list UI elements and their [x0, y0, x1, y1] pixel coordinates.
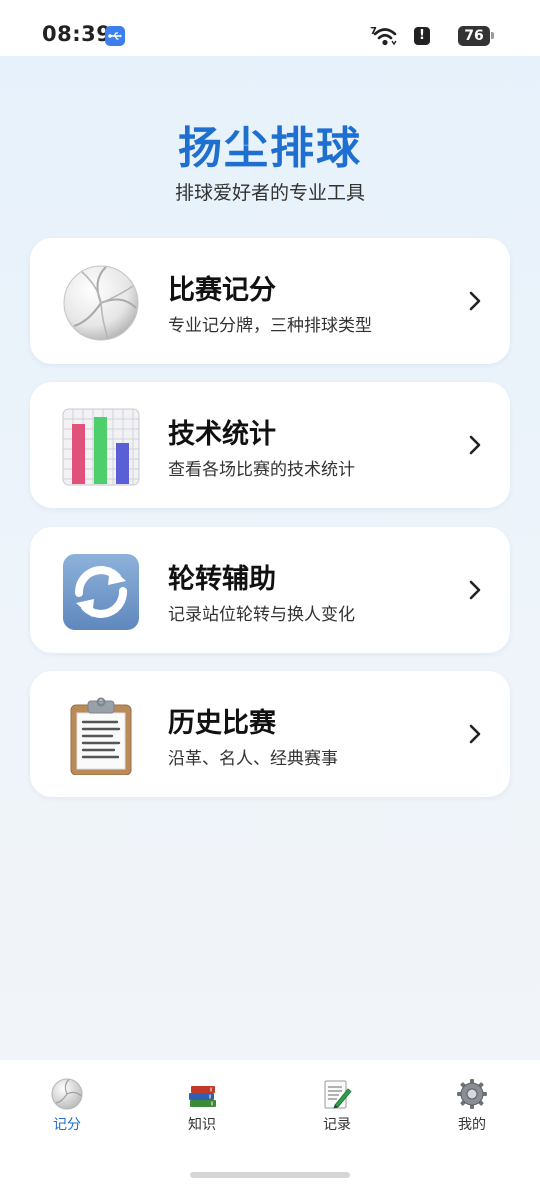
nav-item-scoring[interactable]: 记分 [17, 1078, 117, 1142]
status-bar: 08:39 7 ! 76 [0, 0, 540, 56]
card-description: 查看各场比赛的技术统计 [168, 460, 355, 480]
card-rotation-assist[interactable]: 轮转辅助 记录站位轮转与换人变化 [30, 527, 510, 653]
chevron-right-icon [468, 723, 482, 749]
app-title: 扬尘排球 [178, 123, 362, 174]
app-subtitle: 排球爱好者的专业工具 [174, 182, 365, 204]
card-title: 比赛记分 [168, 275, 276, 306]
volleyball-icon [51, 1078, 83, 1110]
chevron-right-icon [468, 579, 482, 605]
usb-icon [105, 26, 125, 46]
nav-item-profile[interactable]: 我的 [422, 1078, 522, 1142]
card-description: 沿革、名人、经典赛事 [168, 749, 338, 769]
card-match-scoring[interactable]: 比赛记分 专业记分牌，三种排球类型 [30, 238, 510, 364]
nav-label: 记分 [53, 1117, 81, 1133]
nav-label: 知识 [188, 1117, 216, 1133]
nav-label: 我的 [458, 1117, 486, 1133]
rotate-arrows-icon [62, 553, 140, 631]
status-time: 08:39 [42, 22, 112, 46]
memo-pencil-icon [321, 1078, 353, 1110]
card-title: 轮转辅助 [168, 564, 276, 595]
home-indicator[interactable] [190, 1172, 350, 1178]
battery-tip [491, 32, 494, 39]
books-icon [186, 1078, 218, 1110]
nav-item-records[interactable]: 记录 [287, 1078, 387, 1142]
card-tech-stats[interactable]: 技术统计 查看各场比赛的技术统计 [30, 382, 510, 508]
volleyball-icon [62, 264, 140, 342]
gear-icon [456, 1078, 488, 1110]
card-match-history[interactable]: 历史比赛 沿革、名人、经典赛事 [30, 671, 510, 797]
bottom-nav: 记分 知识 记录 我的 [0, 1060, 540, 1188]
card-title: 历史比赛 [168, 708, 276, 739]
card-description: 记录站位轮转与换人变化 [168, 605, 355, 625]
chevron-right-icon [468, 290, 482, 316]
alert-icon: ! [414, 27, 430, 45]
status-icons: 7 ! 76 [354, 24, 494, 48]
nav-item-knowledge[interactable]: 知识 [152, 1078, 252, 1142]
clipboard-icon [62, 697, 140, 776]
wifi-icon: 7 [370, 24, 400, 52]
app-screen: 08:39 7 ! 76 扬尘排球 排球爱好者的专业工具 比赛记分 专业记分牌，… [0, 0, 540, 1188]
chevron-right-icon [468, 434, 482, 460]
bar-chart-icon [62, 408, 140, 486]
battery-level: 76 [458, 26, 490, 46]
nav-label: 记录 [323, 1117, 351, 1133]
card-title: 技术统计 [168, 419, 276, 450]
wifi-label: 7 [370, 26, 377, 37]
card-description: 专业记分牌，三种排球类型 [168, 316, 372, 336]
